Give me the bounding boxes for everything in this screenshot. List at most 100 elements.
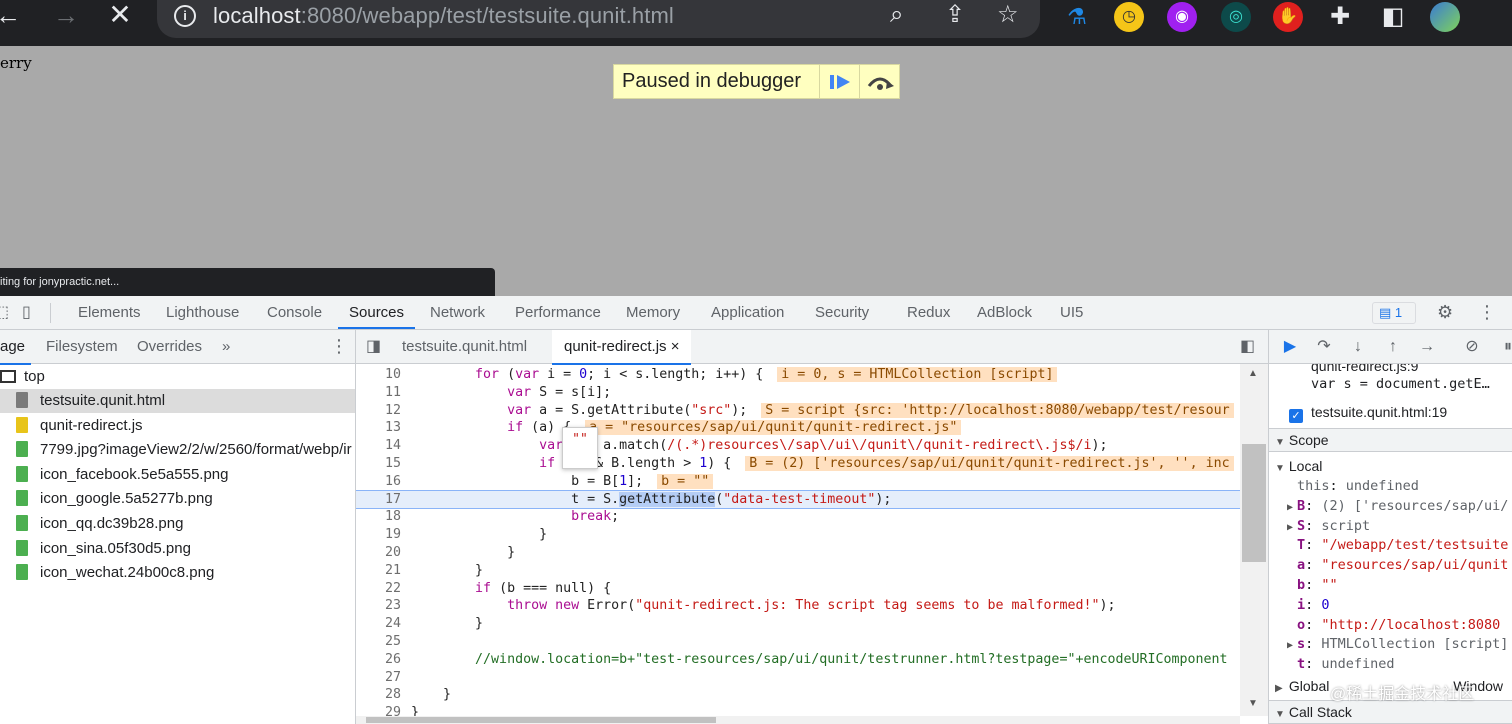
- extension-adblock-icon[interactable]: ✋: [1273, 2, 1303, 32]
- code-line[interactable]: 17 t = S.getAttribute("data-test-timeout…: [356, 489, 1240, 510]
- tab-ui5[interactable]: UI5: [1060, 296, 1083, 329]
- scope-variable[interactable]: b: "": [1269, 575, 1512, 595]
- line-number[interactable]: 14: [356, 437, 401, 455]
- line-number[interactable]: 26: [356, 651, 401, 669]
- line-number[interactable]: 28: [356, 686, 401, 704]
- step-over-icon[interactable]: ↷: [1311, 334, 1337, 360]
- tab-overrides[interactable]: Overrides: [137, 330, 202, 363]
- line-number[interactable]: 21: [356, 562, 401, 580]
- gear-icon[interactable]: ⚙: [1437, 296, 1453, 329]
- resume-icon[interactable]: ▶: [1277, 334, 1303, 360]
- step-icon[interactable]: →: [1414, 334, 1440, 360]
- line-number[interactable]: 24: [356, 615, 401, 633]
- file-item[interactable]: icon_qq.dc39b28.png: [0, 512, 355, 536]
- tab-filesystem[interactable]: Filesystem: [46, 330, 118, 363]
- extension-clock-icon[interactable]: ◷: [1114, 2, 1144, 32]
- more-tabs-icon[interactable]: »: [222, 330, 230, 363]
- scope-variable[interactable]: this: undefined: [1269, 476, 1512, 496]
- horizontal-scrollbar[interactable]: [356, 716, 1240, 724]
- code-line[interactable]: 26 //window.location=b+"test-resources/s…: [356, 651, 1240, 669]
- tab-redux[interactable]: Redux: [907, 296, 950, 329]
- code-line[interactable]: 22 if (b === null) {: [356, 580, 1240, 598]
- code-line[interactable]: 18 break;: [356, 508, 1240, 526]
- code-line[interactable]: 12 var a = S.getAttribute("src"); S = scr…: [356, 402, 1240, 420]
- line-number[interactable]: 18: [356, 508, 401, 526]
- scroll-up-icon[interactable]: ▲: [1248, 368, 1258, 379]
- line-number[interactable]: 25: [356, 633, 401, 651]
- code-line[interactable]: 20 }: [356, 544, 1240, 562]
- issues-badge[interactable]: ▤ 1: [1372, 302, 1416, 324]
- scope-variable[interactable]: ▶ s: HTMLCollection [script]: [1269, 634, 1512, 654]
- tab-page[interactable]: age: [0, 330, 32, 365]
- scope-variable[interactable]: t: undefined: [1269, 654, 1512, 674]
- scope-variable[interactable]: a: "resources/sap/ui/qunit: [1269, 555, 1512, 575]
- code-line[interactable]: 16 b = B[1]; b = "": [356, 473, 1240, 491]
- line-number[interactable]: 12: [356, 402, 401, 420]
- tab-performance[interactable]: Performance: [515, 296, 601, 329]
- address-bar[interactable]: i localhost:8080/webapp/test/testsuite.q…: [157, 0, 1040, 38]
- line-number[interactable]: 13: [356, 419, 401, 437]
- extension-purple-icon[interactable]: ◉: [1167, 2, 1197, 32]
- line-number[interactable]: 17: [356, 491, 401, 509]
- step-over-button[interactable]: [859, 65, 899, 98]
- tab-elements[interactable]: Elements: [78, 296, 141, 329]
- file-item[interactable]: icon_google.5a5277b.png: [0, 487, 355, 511]
- deactivate-breakpoints-icon[interactable]: ⊘: [1459, 334, 1485, 360]
- line-number[interactable]: 11: [356, 384, 401, 402]
- more-vertical-icon[interactable]: ⋮: [1478, 296, 1496, 329]
- extension-eye-icon[interactable]: ◎: [1221, 2, 1251, 32]
- url-text[interactable]: localhost:8080/webapp/test/testsuite.qun…: [213, 3, 674, 29]
- step-into-icon[interactable]: ↓: [1345, 334, 1371, 360]
- code-area[interactable]: 10 for (var i = 0; i < s.length; i++) {i…: [356, 364, 1240, 716]
- more-vertical-icon[interactable]: ⋮: [330, 330, 348, 363]
- scope-variable[interactable]: ▶ S: script: [1269, 516, 1512, 536]
- file-item[interactable]: icon_wechat.24b00c8.png: [0, 561, 355, 585]
- tab-lighthouse[interactable]: Lighthouse: [166, 296, 239, 329]
- tab-sources[interactable]: Sources: [338, 296, 416, 329]
- code-line[interactable]: 29}: [356, 704, 1240, 716]
- scope-variable[interactable]: i: 0: [1269, 595, 1512, 615]
- code-line[interactable]: 28 }: [356, 686, 1240, 704]
- vertical-scroll-thumb[interactable]: [1242, 444, 1266, 562]
- tab-memory[interactable]: Memory: [626, 296, 680, 329]
- file-item[interactable]: testsuite.qunit.html: [0, 389, 355, 413]
- vertical-scrollbar[interactable]: ▲ ▼: [1240, 364, 1268, 716]
- editor-tab-qunit-redirect[interactable]: qunit-redirect.js ×: [552, 330, 692, 365]
- back-arrow-icon[interactable]: ←: [0, 0, 24, 32]
- code-line[interactable]: 25: [356, 633, 1240, 651]
- forward-arrow-icon[interactable]: →: [50, 0, 82, 32]
- scroll-down-icon[interactable]: ▼: [1248, 698, 1258, 709]
- file-item[interactable]: qunit-redirect.js: [0, 414, 355, 438]
- file-item[interactable]: 7799.jpg?imageView2/2/w/2560/format/webp…: [0, 438, 355, 462]
- file-item[interactable]: icon_sina.05f30d5.png: [0, 537, 355, 561]
- line-number[interactable]: 16: [356, 473, 401, 491]
- checkbox-checked-icon[interactable]: ✓: [1289, 409, 1303, 423]
- pause-exceptions-icon[interactable]: ⏸: [1495, 334, 1512, 360]
- line-number[interactable]: 20: [356, 544, 401, 562]
- profile-avatar[interactable]: [1430, 2, 1460, 32]
- tab-console[interactable]: Console: [267, 296, 322, 329]
- code-line[interactable]: 19 }: [356, 526, 1240, 544]
- code-line[interactable]: 11 var S = s[i];: [356, 384, 1240, 402]
- line-number[interactable]: 27: [356, 669, 401, 687]
- line-number[interactable]: 23: [356, 597, 401, 615]
- code-line[interactable]: 14 var B = a.match(/(.*)resources\/sap\/…: [356, 437, 1240, 455]
- zoom-icon[interactable]: ⌕: [890, 1, 903, 29]
- side-panel-icon[interactable]: ◧: [1378, 2, 1408, 32]
- star-icon[interactable]: ☆: [997, 1, 1019, 29]
- file-item[interactable]: icon_facebook.5e5a555.png: [0, 463, 355, 487]
- tab-application[interactable]: Application: [711, 296, 784, 329]
- scope-variable[interactable]: T: "/webapp/test/testsuite: [1269, 535, 1512, 555]
- tree-root-top[interactable]: top: [0, 365, 355, 389]
- line-number[interactable]: 15: [356, 455, 401, 473]
- info-icon[interactable]: i: [174, 5, 196, 27]
- code-line[interactable]: 24 }: [356, 615, 1240, 633]
- line-number[interactable]: 29: [356, 704, 401, 716]
- scope-variable[interactable]: o: "http://localhost:8080: [1269, 615, 1512, 635]
- resume-button[interactable]: [819, 65, 859, 98]
- code-line[interactable]: 10 for (var i = 0; i < s.length; i++) {i…: [356, 366, 1240, 384]
- code-line[interactable]: 21 }: [356, 562, 1240, 580]
- extension-flask-icon[interactable]: ⚗: [1062, 2, 1092, 32]
- code-line[interactable]: 15 if (B && B.length > 1) {B = (2) ['res…: [356, 455, 1240, 473]
- breakpoint-item[interactable]: ✓ testsuite.qunit.html:19: [1269, 398, 1512, 426]
